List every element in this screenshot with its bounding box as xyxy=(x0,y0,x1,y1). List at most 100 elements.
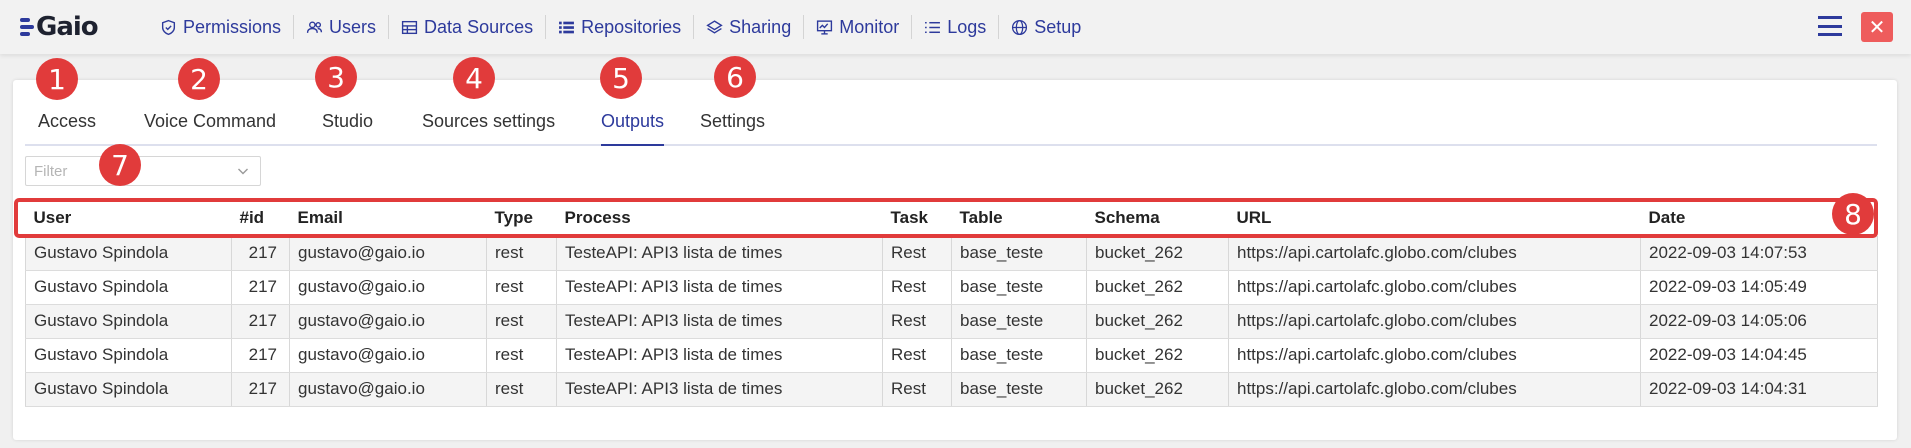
cell-table: base_teste xyxy=(951,270,1087,305)
cell-id: 217 xyxy=(231,236,290,271)
nav-data-sources-label: Data Sources xyxy=(424,16,534,37)
chevron-down-icon[interactable] xyxy=(236,164,250,178)
cell-id: 217 xyxy=(231,304,290,339)
nav-setup[interactable]: Setup xyxy=(999,15,1093,39)
annotation-badge-6: 6 xyxy=(714,56,756,98)
cell-schema: bucket_262 xyxy=(1086,372,1229,407)
cell-type: rest xyxy=(486,270,557,305)
column-header-task[interactable]: Task xyxy=(882,200,952,236)
nav-permissions[interactable]: Permissions xyxy=(148,15,295,39)
logo-text: Gaio xyxy=(36,12,99,42)
cell-date: 2022-09-03 14:05:06 xyxy=(1640,304,1878,339)
column-header-id[interactable]: #id xyxy=(231,200,290,236)
column-header-user[interactable]: User xyxy=(25,200,232,236)
tab-outputs[interactable]: Outputs xyxy=(601,104,665,146)
nav-logs[interactable]: Logs xyxy=(912,15,1000,39)
column-header-process[interactable]: Process xyxy=(556,200,883,236)
outputs-panel: Access Voice Command Studio Sources sett… xyxy=(13,80,1897,440)
cell-user: Gustavo Spindola xyxy=(25,304,232,339)
cell-url: https://api.cartolafc.globo.com/clubes xyxy=(1228,270,1641,305)
cell-process: TesteAPI: API3 lista de times xyxy=(556,236,883,271)
logo-bars-icon xyxy=(20,18,34,36)
nav-monitor-label: Monitor xyxy=(839,16,900,37)
table-header-row: User #id Email Type Process Task Table S… xyxy=(25,200,1878,236)
cell-email: gustavo@gaio.io xyxy=(289,338,487,373)
gaio-logo[interactable]: Gaio xyxy=(20,12,99,42)
hamburger-menu-icon[interactable] xyxy=(1818,16,1842,36)
nav-repositories[interactable]: Repositories xyxy=(546,15,695,39)
top-bar: Gaio Permissions Users Data Sources Repo… xyxy=(0,0,1911,54)
nav-permissions-label: Permissions xyxy=(183,16,282,37)
nav-sharing-label: Sharing xyxy=(729,16,792,37)
cell-task: Rest xyxy=(882,338,952,373)
cell-url: https://api.cartolafc.globo.com/clubes xyxy=(1228,304,1641,339)
cell-type: rest xyxy=(486,338,557,373)
monitor-icon xyxy=(817,19,833,35)
cell-schema: bucket_262 xyxy=(1086,304,1229,339)
table-row[interactable]: Gustavo Spindola 217 gustavo@gaio.io res… xyxy=(25,304,1878,339)
table-row[interactable]: Gustavo Spindola 217 gustavo@gaio.io res… xyxy=(25,236,1878,271)
cell-user: Gustavo Spindola xyxy=(25,372,232,407)
cell-schema: bucket_262 xyxy=(1086,270,1229,305)
cell-user: Gustavo Spindola xyxy=(25,236,232,271)
tab-sources-settings[interactable]: Sources settings xyxy=(422,104,555,146)
globe-icon xyxy=(1012,19,1028,35)
table-icon xyxy=(401,20,418,34)
tab-studio[interactable]: Studio xyxy=(322,104,373,146)
cell-email: gustavo@gaio.io xyxy=(289,304,487,339)
annotation-badge-8: 8 xyxy=(1832,193,1874,235)
column-header-email[interactable]: Email xyxy=(289,200,487,236)
column-header-type[interactable]: Type xyxy=(486,200,557,236)
column-header-schema[interactable]: Schema xyxy=(1086,200,1229,236)
cell-url: https://api.cartolafc.globo.com/clubes xyxy=(1228,372,1641,407)
tab-settings[interactable]: Settings xyxy=(700,104,765,146)
cell-process: TesteAPI: API3 lista de times xyxy=(556,270,883,305)
cell-date: 2022-09-03 14:04:45 xyxy=(1640,338,1878,373)
nav-users[interactable]: Users xyxy=(294,15,390,39)
cell-table: base_teste xyxy=(951,236,1087,271)
cell-task: Rest xyxy=(882,304,952,339)
cell-email: gustavo@gaio.io xyxy=(289,270,487,305)
cell-url: https://api.cartolafc.globo.com/clubes xyxy=(1228,236,1641,271)
table-row[interactable]: Gustavo Spindola 217 gustavo@gaio.io res… xyxy=(25,372,1878,407)
cell-schema: bucket_262 xyxy=(1086,338,1229,373)
nav-repositories-label: Repositories xyxy=(581,16,682,37)
annotation-badge-7: 7 xyxy=(99,144,141,186)
users-icon xyxy=(306,20,323,33)
main-nav: Permissions Users Data Sources Repositor… xyxy=(148,15,1093,39)
cell-type: rest xyxy=(486,236,557,271)
cell-email: gustavo@gaio.io xyxy=(289,236,487,271)
filter-select[interactable] xyxy=(25,156,261,186)
cell-process: TesteAPI: API3 lista de times xyxy=(556,304,883,339)
annotation-badge-1: 1 xyxy=(36,58,78,100)
tab-voice-command[interactable]: Voice Command xyxy=(144,104,276,146)
nav-users-label: Users xyxy=(329,16,377,37)
cell-date: 2022-09-03 14:04:31 xyxy=(1640,372,1878,407)
table-row[interactable]: Gustavo Spindola 217 gustavo@gaio.io res… xyxy=(25,270,1878,305)
nav-logs-label: Logs xyxy=(947,16,987,37)
cell-table: base_teste xyxy=(951,372,1087,407)
cell-table: base_teste xyxy=(951,338,1087,373)
nav-setup-label: Setup xyxy=(1034,16,1082,37)
cell-schema: bucket_262 xyxy=(1086,236,1229,271)
nav-monitor[interactable]: Monitor xyxy=(804,15,913,39)
nav-sharing[interactable]: Sharing xyxy=(694,15,805,39)
cell-url: https://api.cartolafc.globo.com/clubes xyxy=(1228,338,1641,373)
column-header-table[interactable]: Table xyxy=(951,200,1087,236)
cell-user: Gustavo Spindola xyxy=(25,270,232,305)
table-row[interactable]: Gustavo Spindola 217 gustavo@gaio.io res… xyxy=(25,338,1878,373)
annotation-badge-4: 4 xyxy=(453,57,495,99)
cell-task: Rest xyxy=(882,372,952,407)
layers-icon xyxy=(706,19,723,34)
cell-task: Rest xyxy=(882,270,952,305)
cell-id: 217 xyxy=(231,270,290,305)
nav-data-sources[interactable]: Data Sources xyxy=(389,15,547,39)
cell-type: rest xyxy=(486,372,557,407)
cell-id: 217 xyxy=(231,338,290,373)
tab-access[interactable]: Access xyxy=(38,104,96,146)
logs-icon xyxy=(925,21,941,33)
cell-type: rest xyxy=(486,304,557,339)
cell-table: base_teste xyxy=(951,304,1087,339)
close-button[interactable]: ✕ xyxy=(1861,12,1893,42)
column-header-url[interactable]: URL xyxy=(1228,200,1641,236)
